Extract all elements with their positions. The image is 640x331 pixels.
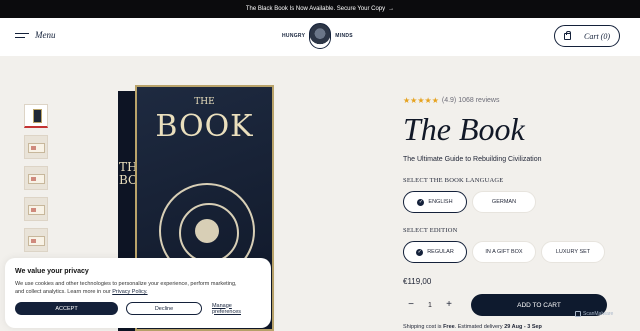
quantity-value[interactable]: 1 [419,302,441,309]
language-label: SELECT THE BOOK LANGUAGE [403,177,504,184]
edition-option-luxury-set[interactable]: LUXURY SET [541,241,605,263]
shipping-prefix: Shipping cost is [403,324,442,330]
edition-option-regular[interactable]: ✓ REGULAR [403,241,467,263]
thumbnail-book-page-2[interactable] [24,197,48,221]
cookie-text: We use cookies and other technologies to… [15,280,240,296]
decline-cookies-button[interactable]: Decline [126,302,202,315]
announcement-text[interactable]: The Black Book Is Now Available. Secure … [246,6,385,12]
language-option-label: GERMAN [491,199,517,205]
cookie-actions: ACCEPT Decline Manage preferences [15,302,261,315]
logo-emblem-icon [309,23,332,49]
arrow-right-icon: → [388,6,395,12]
language-options: ✓ ENGLISH GERMAN [403,191,623,213]
cart-label: Cart (0) [584,31,610,41]
rating-row[interactable]: ★★★★★ (4.9) 1068 reviews [403,95,623,105]
thumbnail-book-cover[interactable] [24,104,48,128]
book-page-thumb-image [28,205,45,215]
hamburger-icon [15,32,29,38]
language-option-german[interactable]: GERMAN [472,191,536,213]
product-subtitle: The Ultimate Guide to Rebuilding Civiliz… [403,156,542,163]
scanmalware-icon [575,311,581,317]
product-title: The Book [403,111,525,147]
edition-option-label: IN A GIFT BOX [485,249,523,255]
cookie-title: We value your privacy [15,268,89,275]
cookie-banner: We value your privacy We use cookies and… [5,258,271,328]
book-cover-title: BOOK [155,109,254,144]
thumbnail-book-page-1[interactable] [24,166,48,190]
watermark: ScanMalware [575,311,613,317]
language-option-label: ENGLISH [428,199,453,205]
manage-preferences-link[interactable]: Manage preferences [212,303,261,315]
book-spine-text: THE BOOK [119,160,157,187]
book-cover-the: THE [194,97,215,107]
cart-button[interactable]: Cart (0) [554,25,620,47]
quantity-increase-button[interactable]: + [441,297,457,313]
book-cover-thumb-image [33,109,42,123]
edition-option-label: REGULAR [427,249,454,255]
language-option-english[interactable]: ✓ ENGLISH [403,191,467,213]
edition-options: ✓ REGULAR IN A GIFT BOX LUXURY SET [403,241,623,263]
logo-text-left: HUNGRY [282,33,306,39]
thumbnail-gallery [24,104,48,259]
quantity-decrease-button[interactable]: − [403,297,419,313]
star-rating-icon: ★★★★★ [403,95,439,105]
shipping-middle: . Estimated delivery [454,324,503,330]
book-page-thumb-image [28,174,45,184]
logo-text-right: MINDS [335,33,353,39]
book-page-thumb-image [28,236,45,246]
thumbnail-book-page-3[interactable] [24,228,48,252]
rating-text: (4.9) 1068 reviews [441,96,500,104]
accept-cookies-button[interactable]: ACCEPT [15,302,119,315]
check-icon: ✓ [417,198,425,206]
thumbnail-book-spread[interactable] [24,135,48,159]
edition-option-gift-box[interactable]: IN A GIFT BOX [472,241,536,263]
check-icon: ✓ [416,248,424,256]
privacy-policy-link[interactable]: Privacy Policy. [112,289,147,295]
site-logo[interactable]: HUNGRY MINDS [282,23,353,49]
edition-label: SELECT EDITION [403,227,458,234]
shipping-free: Free [443,324,455,330]
site-header: Menu HUNGRY MINDS Cart (0) [0,18,640,56]
bag-icon [564,30,571,40]
shipping-info: Shipping cost is Free. Estimated deliver… [403,324,623,330]
shipping-dates: 29 Aug - 3 Sep [504,324,542,330]
edition-option-label: LUXURY SET [555,249,591,255]
menu-button[interactable]: Menu [15,30,56,40]
menu-label: Menu [35,30,56,40]
book-spread-thumb-image [28,143,45,153]
product-price: €119,00 [403,277,432,286]
product-details: ★★★★★ (4.9) 1068 reviews The Book The Ul… [403,95,623,330]
watermark-text: ScanMalware [583,311,614,317]
announcement-bar[interactable]: The Black Book Is Now Available. Secure … [0,0,640,18]
